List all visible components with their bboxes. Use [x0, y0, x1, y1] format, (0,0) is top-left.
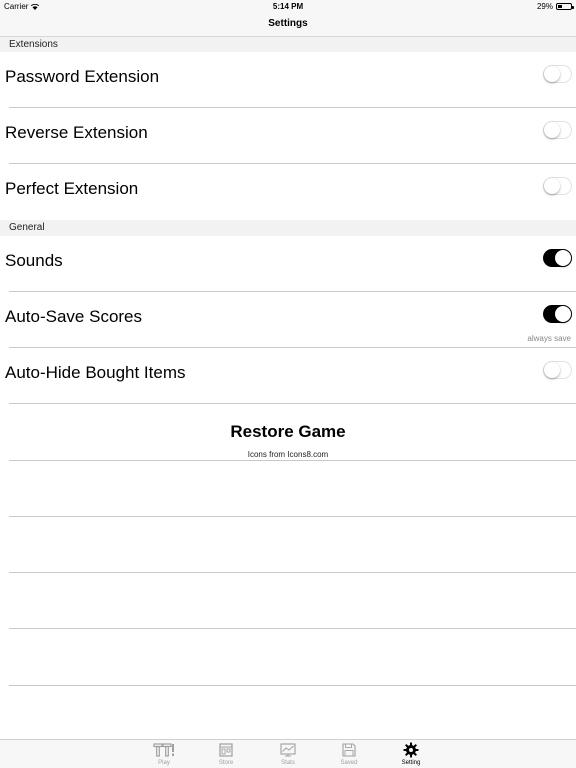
tab-label: Saved: [340, 760, 358, 766]
password-extension-toggle[interactable]: [543, 65, 572, 83]
save-icon: [342, 743, 356, 757]
gear-icon: [403, 742, 419, 758]
battery-icon: [556, 3, 574, 10]
setting-label: Reverse Extension: [5, 123, 148, 142]
tab-play[interactable]: Play: [144, 742, 184, 766]
toggle-knob: [555, 306, 571, 322]
empty-row-divider: [9, 685, 576, 686]
tab-stats[interactable]: Stats: [268, 742, 308, 766]
setting-row-auto-save-scores: Auto-Save Scores always save: [0, 292, 576, 348]
auto-save-scores-toggle[interactable]: [543, 305, 572, 323]
reverse-extension-toggle[interactable]: [543, 121, 572, 139]
tab-label: Store: [218, 760, 234, 766]
toggle-knob: [544, 66, 560, 82]
setting-row-auto-hide-bought-items: Auto-Hide Bought Items: [0, 348, 576, 404]
row-divider: [9, 403, 576, 404]
chart-icon: [280, 743, 296, 757]
tab-bar: Play Store Stats Saved Setting: [0, 739, 576, 768]
empty-row-divider: [9, 572, 576, 573]
status-bar: Carrier 5:14 PM 29%: [0, 0, 576, 13]
tab-saved[interactable]: Saved: [329, 742, 369, 766]
toggle-knob: [544, 122, 560, 138]
sounds-toggle[interactable]: [543, 249, 572, 267]
auto-hide-bought-items-toggle[interactable]: [543, 361, 572, 379]
ti-logo-icon: [153, 743, 174, 757]
toggle-knob: [544, 362, 560, 378]
empty-row-divider: [9, 460, 576, 461]
tab-label: Play: [158, 760, 170, 766]
setting-label: Auto-Save Scores: [5, 307, 143, 326]
empty-row-divider: [9, 628, 576, 629]
status-time: 5:14 PM: [272, 2, 304, 11]
section-header-extensions: Extensions: [0, 37, 576, 52]
section-header-general: General: [0, 220, 576, 236]
setting-label: Password Extension: [5, 67, 160, 86]
page-title: Settings: [268, 18, 308, 29]
battery-percent: 29%: [536, 2, 553, 11]
store-icon: [219, 743, 233, 757]
empty-row-divider: [9, 516, 576, 517]
tab-label: Stats: [281, 760, 295, 766]
nav-bar: Settings: [0, 13, 576, 37]
battery-indicator: 29%: [536, 2, 574, 11]
setting-row-reverse-extension: Reverse Extension: [0, 108, 576, 164]
setting-row-password-extension: Password Extension: [0, 52, 576, 108]
perfect-extension-toggle[interactable]: [543, 177, 572, 195]
icons-credit-text: Icons from Icons8.com: [247, 450, 329, 459]
setting-row-perfect-extension: Perfect Extension: [0, 164, 576, 220]
toggle-knob: [544, 178, 560, 194]
toggle-knob: [555, 250, 571, 266]
setting-label: Perfect Extension: [5, 179, 139, 198]
restore-game-button[interactable]: Restore Game: [0, 422, 576, 442]
tab-store[interactable]: Store: [206, 742, 246, 766]
tab-setting[interactable]: Setting: [391, 742, 431, 766]
auto-save-note: always save: [527, 334, 571, 343]
setting-label: Auto-Hide Bought Items: [5, 363, 186, 382]
tab-label: Setting: [401, 760, 421, 766]
setting-label: Sounds: [5, 251, 63, 270]
setting-row-sounds: Sounds: [0, 236, 576, 292]
